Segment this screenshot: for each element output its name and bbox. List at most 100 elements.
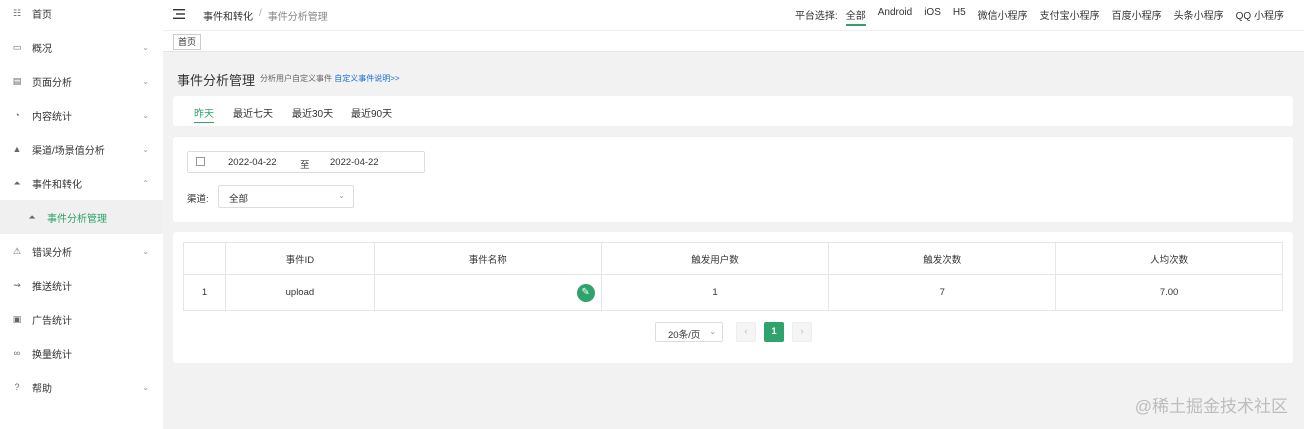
flask-icon: ⏶ <box>28 211 36 222</box>
sidebar: ☷ 首页 ▭ 概况 ⌄ ▤ 页面分析 ⌄ ◔ 内容统计 ⌄ ▲ 渠道/场景值分析… <box>0 0 163 429</box>
date-separator: 至 <box>300 160 310 171</box>
prev-page-button[interactable]: ‹ <box>736 322 756 342</box>
next-page-button[interactable]: › <box>792 322 812 342</box>
platform-alipay[interactable]: 支付宝小程序 <box>1040 7 1100 26</box>
chevron-up-icon: ⌃ <box>142 178 149 188</box>
event-doc-link[interactable]: 自定义事件说明>> <box>334 74 399 83</box>
tag-bar: 首页 <box>163 30 1304 52</box>
platform-ios[interactable]: iOS <box>924 7 941 26</box>
col-trigger-users: 触发用户数 <box>600 242 830 275</box>
channel-value: 全部 <box>229 194 249 205</box>
top-bar: 事件和转化 / 事件分析管理 平台选择: 全部 Android iOS H5 微… <box>163 0 1304 30</box>
platform-wechat[interactable]: 微信小程序 <box>978 7 1028 26</box>
pie-icon: ◔ <box>14 110 20 120</box>
table-header-row: 事件ID 事件名称 触发用户数 触发次数 人均次数 <box>183 242 1283 275</box>
channel-select[interactable]: 全部 ⌄ <box>218 185 354 208</box>
sidebar-item-home[interactable]: ☷ 首页 <box>0 0 163 30</box>
platform-all[interactable]: 全部 <box>845 7 866 26</box>
cell-avg-count: 7.00 <box>1055 274 1283 311</box>
sidebar-item-channel[interactable]: ▲ 渠道/场景值分析 ⌄ <box>0 132 163 166</box>
date-range-tabs: 昨天 最近七天 最近30天 最近90天 <box>173 96 1293 126</box>
event-table: 事件ID 事件名称 触发用户数 触发次数 人均次数 1 upload ✎ 1 7… <box>183 242 1283 311</box>
warning-icon: ⚠ <box>12 245 22 256</box>
chevron-down-icon: ⌄ <box>142 42 149 52</box>
link-icon: ∞ <box>13 348 21 358</box>
sidebar-item-help[interactable]: ? 帮助 ⌄ <box>0 370 163 404</box>
breadcrumb: 事件和转化 / 事件分析管理 <box>203 8 328 23</box>
tab-yesterday[interactable]: 昨天 <box>194 105 214 123</box>
breadcrumb-separator: / <box>259 8 262 19</box>
sidebar-item-label: 渠道/场景值分析 <box>32 145 105 157</box>
date-range-picker[interactable]: 2022-04-22 至 2022-04-22 <box>187 151 425 173</box>
sidebar-item-errors[interactable]: ⚠ 错误分析 ⌄ <box>0 234 163 268</box>
platform-qq[interactable]: QQ 小程序 <box>1236 7 1284 26</box>
sidebar-item-label: 帮助 <box>32 383 52 395</box>
ad-icon: ▣ <box>12 313 22 324</box>
chevron-down-icon: ⌄ <box>142 110 149 120</box>
chevron-down-icon: ⌄ <box>709 327 716 336</box>
sidebar-item-label: 错误分析 <box>32 247 72 259</box>
cell-event-id: upload <box>224 274 375 311</box>
sidebar-item-label: 首页 <box>32 9 52 21</box>
sidebar-item-label: 换量统计 <box>32 349 72 361</box>
chevron-down-icon: ⌄ <box>142 246 149 256</box>
platform-baidu[interactable]: 百度小程序 <box>1112 7 1162 26</box>
sidebar-item-label: 推送统计 <box>32 281 72 293</box>
sidebar-item-label: 内容统计 <box>32 111 72 123</box>
platform-selector: 平台选择: 全部 Android iOS H5 微信小程序 支付宝小程序 百度小… <box>795 7 1284 26</box>
sidebar-item-content-stats[interactable]: ◔ 内容统计 ⌄ <box>0 98 163 132</box>
filter-panel: 2022-04-22 至 2022-04-22 渠道: 全部 ⌄ <box>173 137 1293 222</box>
sidebar-item-exchange[interactable]: ∞ 换量统计 <box>0 336 163 370</box>
sidebar-item-label: 事件分析管理 <box>47 213 107 225</box>
flask-icon: ⏶ <box>13 177 21 188</box>
watermark: @稀土掘金技术社区 <box>1134 397 1288 416</box>
menu-toggle-icon[interactable] <box>173 8 185 20</box>
sidebar-item-ads[interactable]: ▣ 广告统计 <box>0 302 163 336</box>
cell-event-name: ✎ <box>373 274 602 311</box>
chevron-down-icon: ⌄ <box>142 144 149 154</box>
col-event-name: 事件名称 <box>373 242 602 275</box>
sidebar-item-page-analysis[interactable]: ▤ 页面分析 ⌄ <box>0 64 163 98</box>
event-table-card: 事件ID 事件名称 触发用户数 触发次数 人均次数 1 upload ✎ 1 7… <box>173 232 1293 363</box>
page-1-button[interactable]: 1 <box>764 322 784 342</box>
page-icon: ▤ <box>12 75 22 86</box>
platform-label: 平台选择: <box>794 11 838 22</box>
platform-android[interactable]: Android <box>878 7 912 26</box>
sidebar-item-events[interactable]: ⏶ 事件和转化 ⌃ <box>0 166 163 200</box>
date-end[interactable]: 2022-04-22 <box>330 157 379 168</box>
page-subtitle: 分析用户自定义事件 自定义事件说明>> <box>260 73 400 84</box>
chevron-down-icon: ⌄ <box>142 382 149 392</box>
help-icon: ? <box>14 382 20 392</box>
tag-home[interactable]: 首页 <box>173 34 202 50</box>
edit-icon[interactable]: ✎ <box>576 283 595 302</box>
platform-h5[interactable]: H5 <box>953 7 966 26</box>
push-icon: ⇝ <box>13 279 21 290</box>
dashboard-icon: ☷ <box>12 7 22 18</box>
page-size-value: 20条/页 <box>668 330 701 341</box>
chevron-down-icon: ⌄ <box>338 191 345 200</box>
calendar-icon <box>196 157 205 166</box>
sidebar-item-overview[interactable]: ▭ 概况 ⌄ <box>0 30 163 64</box>
sidebar-item-label: 广告统计 <box>32 315 72 327</box>
breadcrumb-parent[interactable]: 事件和转化 <box>203 8 253 23</box>
chevron-down-icon: ⌄ <box>142 76 149 86</box>
platform-toutiao[interactable]: 头条小程序 <box>1174 7 1224 26</box>
tab-last-90-days[interactable]: 最近90天 <box>351 105 392 120</box>
page-size-select[interactable]: 20条/页 ⌄ <box>655 322 723 342</box>
sidebar-item-label: 页面分析 <box>32 77 72 89</box>
sidebar-item-label: 概况 <box>32 43 52 55</box>
tab-last-7-days[interactable]: 最近七天 <box>233 105 273 120</box>
channel-label: 渠道: <box>187 194 209 205</box>
col-event-id: 事件ID <box>224 242 375 275</box>
channel-icon: ▲ <box>12 144 22 154</box>
tab-last-30-days[interactable]: 最近30天 <box>292 105 333 120</box>
sidebar-item-push[interactable]: ⇝ 推送统计 <box>0 268 163 302</box>
sidebar-item-event-analysis[interactable]: ⏶ 事件分析管理 <box>0 200 163 234</box>
cell-trigger-users: 1 <box>600 274 830 311</box>
table-row: 1 upload ✎ 1 7 7.00 <box>183 274 1283 311</box>
page-subtitle-text: 分析用户自定义事件 <box>260 74 332 83</box>
cell-index: 1 <box>183 274 226 311</box>
date-start[interactable]: 2022-04-22 <box>228 157 277 168</box>
page-title: 事件分析管理 <box>177 73 256 88</box>
overview-icon: ▭ <box>12 41 22 52</box>
